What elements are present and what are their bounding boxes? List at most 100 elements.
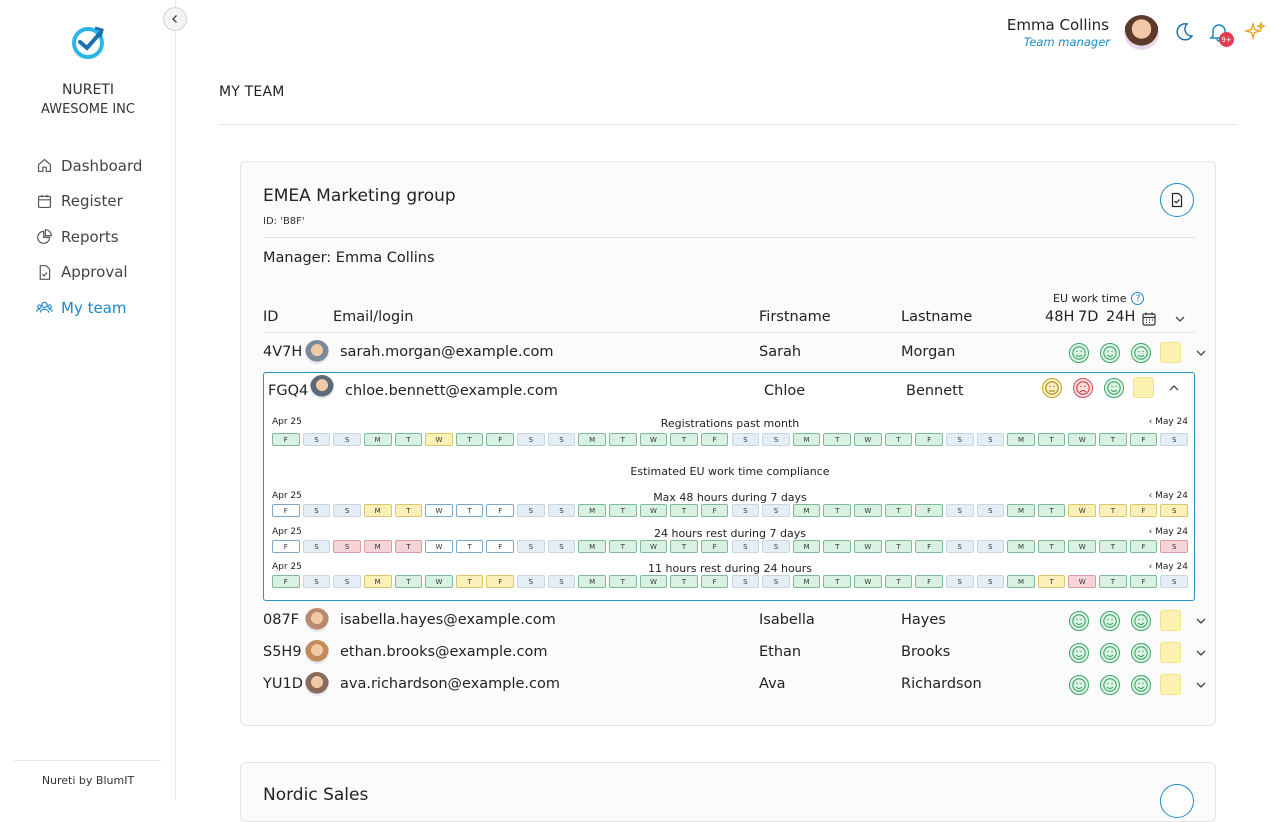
day-cell[interactable]: W (639, 540, 668, 553)
day-cell[interactable]: S (302, 575, 331, 588)
member-email[interactable]: chloe.bennett@example.com (345, 383, 558, 399)
day-cell[interactable]: F (1129, 504, 1158, 517)
happy-face-icon[interactable] (1131, 675, 1151, 695)
happy-face-icon[interactable] (1069, 611, 1089, 631)
day-cell[interactable]: S (731, 540, 760, 553)
day-cell[interactable]: M (578, 575, 606, 588)
day-cell[interactable]: S (976, 504, 1005, 517)
chevron-up-icon[interactable] (1168, 382, 1180, 394)
day-cell[interactable]: F (272, 540, 300, 553)
day-cell[interactable]: S (945, 540, 974, 553)
day-cell[interactable]: S (762, 540, 790, 553)
day-cell[interactable]: F (1129, 433, 1158, 446)
member-email[interactable]: ethan.brooks@example.com (340, 644, 548, 660)
day-cell[interactable]: S (547, 540, 576, 553)
day-cell[interactable]: T (455, 575, 484, 588)
sidebar-collapse-button[interactable] (163, 7, 187, 31)
status-indicator[interactable] (1160, 674, 1181, 695)
day-cell[interactable]: W (1068, 575, 1097, 588)
day-cell[interactable]: S (547, 575, 576, 588)
day-cell[interactable]: T (394, 540, 423, 553)
day-cell[interactable]: T (884, 433, 913, 446)
sad-face-icon[interactable] (1073, 378, 1093, 398)
chevron-down-icon[interactable] (1195, 347, 1207, 359)
day-cell[interactable]: W (854, 575, 882, 588)
day-cell[interactable]: W (425, 575, 453, 588)
day-cell[interactable]: F (486, 540, 515, 553)
day-cell[interactable]: W (425, 433, 453, 446)
day-cell[interactable]: T (608, 575, 637, 588)
day-cell[interactable]: T (884, 540, 913, 553)
day-cell[interactable]: S (547, 433, 576, 446)
sparkle-ai-icon[interactable] (1244, 21, 1266, 43)
day-cell[interactable]: T (884, 504, 913, 517)
day-cell[interactable]: S (1160, 504, 1188, 517)
sidebar-item-my-team[interactable]: My team (36, 290, 142, 326)
day-cell[interactable]: S (517, 540, 545, 553)
strip-end-date[interactable]: ‹ May 24 (1149, 491, 1188, 501)
day-cell[interactable]: M (1007, 575, 1035, 588)
status-indicator[interactable] (1160, 610, 1181, 631)
day-cell[interactable]: S (731, 433, 760, 446)
day-cell[interactable]: S (976, 575, 1005, 588)
happy-face-icon[interactable] (1069, 643, 1089, 663)
day-cell[interactable]: S (517, 433, 545, 446)
day-cell[interactable]: W (639, 504, 668, 517)
day-cell[interactable]: T (1037, 504, 1066, 517)
sidebar-item-approval[interactable]: Approval (36, 255, 142, 291)
day-cell[interactable]: M (792, 433, 821, 446)
day-cell[interactable]: M (363, 575, 392, 588)
sidebar-item-register[interactable]: Register (36, 184, 142, 220)
day-cell[interactable]: T (1037, 433, 1066, 446)
happy-face-icon[interactable] (1069, 343, 1089, 363)
day-cell[interactable]: T (455, 540, 484, 553)
day-cell[interactable]: W (639, 575, 668, 588)
day-cell[interactable]: T (1099, 575, 1127, 588)
day-cell[interactable]: M (1007, 433, 1035, 446)
day-cell[interactable]: F (1129, 575, 1158, 588)
sidebar-item-reports[interactable]: Reports (36, 219, 142, 255)
day-cell[interactable]: S (976, 540, 1005, 553)
chevron-down-icon[interactable] (1195, 647, 1207, 659)
member-email[interactable]: isabella.hayes@example.com (340, 612, 556, 628)
day-cell[interactable]: M (792, 504, 821, 517)
col-header-firstname[interactable]: Firstname (759, 309, 831, 325)
table-row[interactable]: YU1D ava.richardson@example.com Ava Richard… (263, 670, 1206, 700)
chevron-down-icon[interactable] (1174, 313, 1186, 325)
day-cell[interactable]: T (823, 433, 852, 446)
day-cell[interactable]: T (608, 540, 637, 553)
day-cell[interactable]: S (762, 504, 790, 517)
day-cell[interactable]: M (1007, 504, 1035, 517)
user-avatar[interactable] (1124, 15, 1159, 50)
day-cell[interactable]: F (700, 575, 729, 588)
day-cell[interactable]: T (608, 504, 637, 517)
day-cell[interactable]: S (731, 575, 760, 588)
day-cell[interactable]: F (700, 433, 729, 446)
day-cell[interactable]: M (363, 433, 392, 446)
day-cell[interactable]: T (1099, 540, 1127, 553)
happy-face-icon[interactable] (1100, 343, 1120, 363)
day-cell[interactable]: F (700, 504, 729, 517)
day-cell[interactable]: S (731, 504, 760, 517)
day-cell[interactable]: T (1099, 433, 1127, 446)
day-cell[interactable]: M (363, 504, 392, 517)
day-cell[interactable]: S (302, 433, 331, 446)
day-cell[interactable]: M (792, 540, 821, 553)
export-report-button[interactable] (1160, 784, 1194, 818)
day-cell[interactable]: T (670, 540, 698, 553)
day-cell[interactable]: T (670, 575, 698, 588)
day-cell[interactable]: T (455, 504, 484, 517)
day-cell[interactable]: F (272, 504, 300, 517)
day-cell[interactable]: M (578, 540, 606, 553)
day-cell[interactable]: T (1099, 504, 1127, 517)
day-cell[interactable]: T (394, 433, 423, 446)
day-cell[interactable]: M (1007, 540, 1035, 553)
day-cell[interactable]: F (915, 575, 943, 588)
happy-face-icon[interactable] (1100, 643, 1120, 663)
day-cell[interactable]: M (578, 433, 606, 446)
sidebar-item-dashboard[interactable]: Dashboard (36, 148, 142, 184)
day-cell[interactable]: F (272, 433, 300, 446)
table-row[interactable]: 087F isabella.hayes@example.com Isabella Ha… (263, 606, 1206, 636)
happy-face-icon[interactable] (1131, 343, 1151, 363)
day-cell[interactable]: S (333, 575, 361, 588)
